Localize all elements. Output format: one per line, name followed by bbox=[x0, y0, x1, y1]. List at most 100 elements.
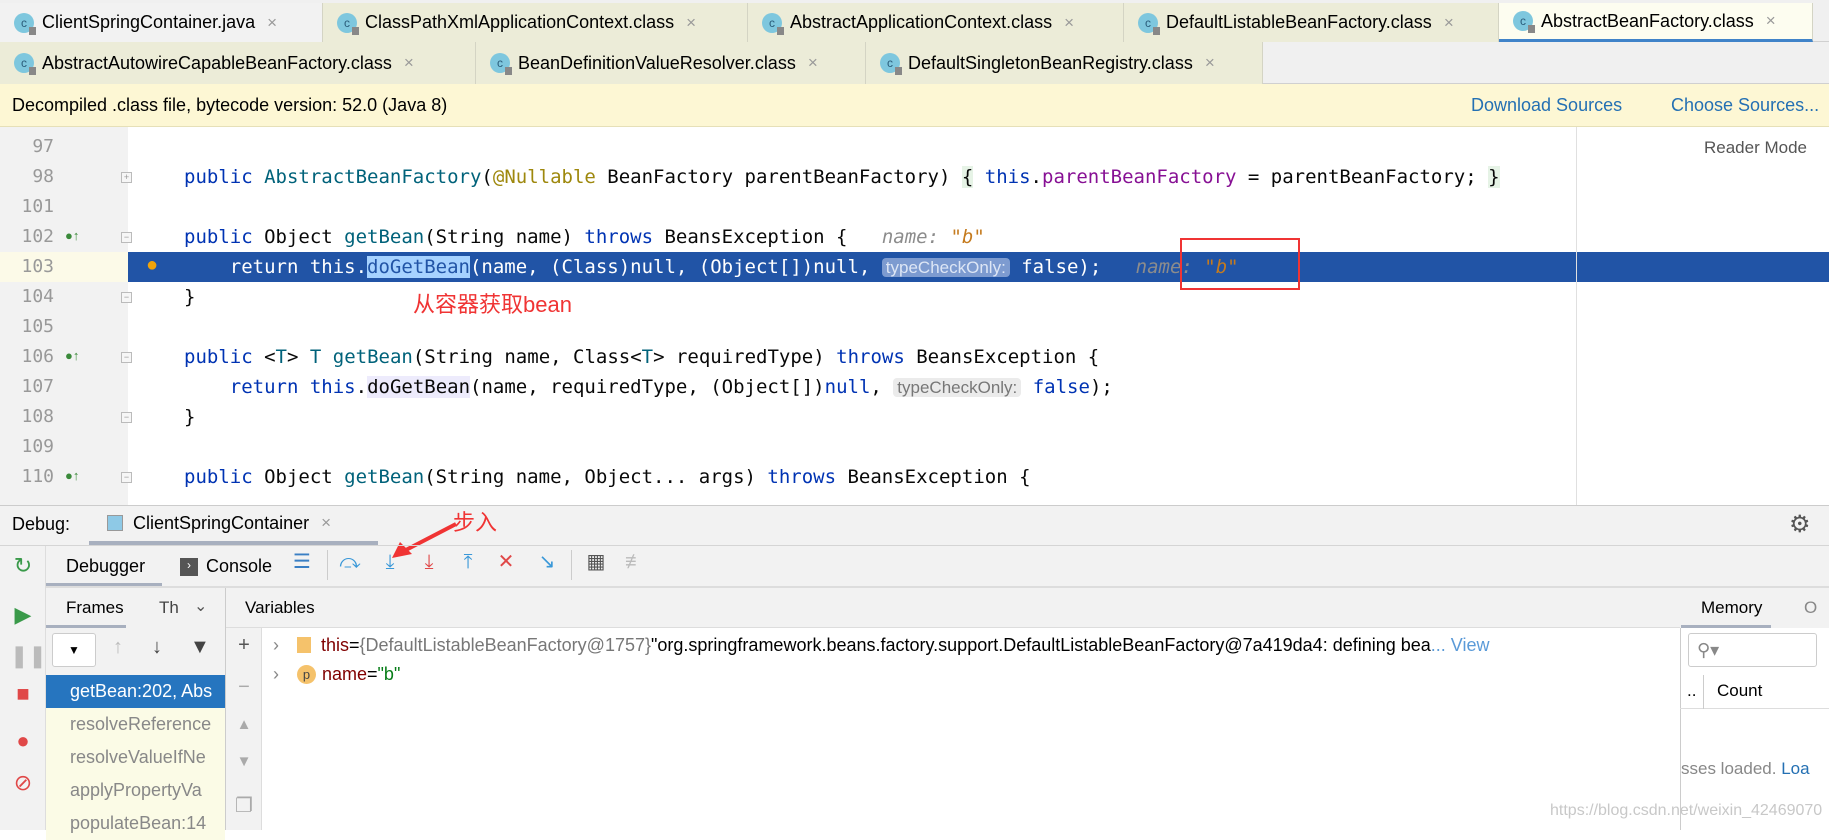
close-icon[interactable]: × bbox=[686, 13, 696, 33]
lightbulb-icon[interactable]: ● bbox=[146, 254, 158, 277]
code-line[interactable]: public <T> T getBean(String name, Class<… bbox=[184, 342, 1099, 372]
thread-selector-dropdown[interactable]: ▼ bbox=[52, 633, 96, 667]
mute-breakpoints-icon[interactable]: ⊘ bbox=[10, 770, 36, 796]
class-column-header[interactable]: .. bbox=[1687, 681, 1696, 701]
tab-abstract-bean-factory[interactable]: c AbstractBeanFactory.class × bbox=[1499, 3, 1813, 42]
implements-method-icon[interactable]: ●↑ bbox=[65, 468, 79, 483]
frames-tab[interactable]: Frames bbox=[46, 588, 126, 628]
code-token: false bbox=[1032, 376, 1090, 398]
close-icon[interactable]: × bbox=[1064, 13, 1074, 33]
copy-icon[interactable]: ❐ bbox=[232, 793, 256, 818]
tab-default-singleton-bean-registry[interactable]: c DefaultSingletonBeanRegistry.class × bbox=[866, 42, 1263, 84]
code-line[interactable]: public AbstractBeanFactory(@Nullable Bea… bbox=[184, 162, 1500, 192]
fold-marker-icon[interactable]: + bbox=[121, 172, 132, 183]
tab-default-listable-bean-factory[interactable]: c DefaultListableBeanFactory.class × bbox=[1124, 3, 1499, 42]
tab-classpath-xml-app-context[interactable]: c ClassPathXmlApplicationContext.class × bbox=[323, 3, 748, 42]
code-token: , bbox=[870, 376, 894, 398]
tab-bean-definition-value-resolver[interactable]: c BeanDefinitionValueResolver.class × bbox=[476, 42, 866, 84]
overhead-tab[interactable]: O bbox=[1804, 598, 1817, 618]
force-step-into-icon[interactable]: ⤓ bbox=[415, 548, 443, 578]
code-token: public bbox=[184, 226, 265, 248]
rerun-icon[interactable]: ↻ bbox=[10, 553, 36, 579]
choose-sources-link[interactable]: Choose Sources... bbox=[1671, 95, 1819, 116]
chevron-down-icon[interactable]: ⌄ bbox=[194, 596, 207, 616]
debug-session-tab[interactable]: ClientSpringContainer × bbox=[89, 505, 378, 545]
implements-method-icon[interactable]: ●↑ bbox=[65, 228, 79, 243]
memory-tab[interactable]: Memory bbox=[1681, 588, 1771, 628]
move-down-icon[interactable]: ▼ bbox=[232, 753, 256, 770]
fold-marker-icon[interactable]: − bbox=[121, 232, 132, 243]
code-line[interactable]: return this.doGetBean(name, (Class)null,… bbox=[184, 252, 1239, 282]
line-number: 102 bbox=[21, 226, 54, 247]
fold-marker-icon[interactable]: − bbox=[121, 472, 132, 483]
debugger-tab[interactable]: Debugger bbox=[46, 546, 162, 586]
drop-frame-icon[interactable]: ✕ bbox=[492, 548, 520, 578]
code-token: parentBeanFactory bbox=[1042, 166, 1237, 188]
code-line[interactable]: public Object getBean(String name) throw… bbox=[184, 222, 985, 252]
add-watch-icon[interactable]: + bbox=[232, 634, 256, 657]
remove-watch-icon[interactable]: − bbox=[232, 676, 256, 699]
step-out-icon[interactable]: ⤒ bbox=[454, 548, 482, 578]
frame-item[interactable]: getBean:202, Abs bbox=[46, 675, 225, 708]
filter-icon[interactable]: ▼ bbox=[190, 636, 210, 659]
implements-method-icon[interactable]: ●↑ bbox=[65, 348, 79, 363]
frame-item[interactable]: resolveReference bbox=[46, 708, 225, 741]
download-sources-link[interactable]: Download Sources bbox=[1471, 95, 1622, 116]
close-icon[interactable]: × bbox=[1444, 13, 1454, 33]
variable-row-this[interactable]: › this = {DefaultListableBeanFactory@175… bbox=[273, 631, 1490, 659]
view-link[interactable]: ... View bbox=[1431, 635, 1490, 656]
step-into-icon[interactable]: ⤓ bbox=[376, 548, 404, 578]
close-icon[interactable]: × bbox=[267, 13, 277, 33]
load-classes-link[interactable]: Loa bbox=[1781, 759, 1809, 778]
line-number: 103 bbox=[21, 256, 54, 277]
frame-item[interactable]: populateBean:14 bbox=[46, 807, 225, 840]
line-number: 110 bbox=[21, 466, 54, 487]
resume-icon[interactable]: ▶ bbox=[10, 602, 36, 628]
next-frame-icon[interactable]: ↓ bbox=[152, 636, 162, 659]
evaluate-expression-icon[interactable]: ▦ bbox=[582, 548, 610, 578]
settings-gear-icon[interactable]: ⚙ bbox=[1789, 510, 1811, 539]
close-icon[interactable]: × bbox=[404, 53, 414, 73]
layout-icon[interactable]: ☰ bbox=[288, 548, 316, 578]
count-column-header[interactable]: Count bbox=[1717, 681, 1762, 701]
code-line[interactable]: } bbox=[184, 402, 195, 432]
frame-item[interactable]: resolveValueIfNe bbox=[46, 741, 225, 774]
tab-abstract-autowire-capable[interactable]: c AbstractAutowireCapableBeanFactory.clas… bbox=[0, 42, 476, 84]
console-tab[interactable]: › Console bbox=[180, 556, 272, 577]
class-file-icon: c bbox=[337, 12, 359, 35]
close-icon[interactable]: × bbox=[321, 513, 331, 533]
trace-icon[interactable]: ≢ bbox=[621, 548, 649, 578]
code-token: { bbox=[961, 166, 974, 188]
parameter-icon: p bbox=[297, 664, 316, 684]
pause-icon[interactable]: ❚❚ bbox=[10, 643, 47, 669]
fold-marker-icon[interactable]: − bbox=[121, 292, 132, 303]
tab-abstract-app-context[interactable]: c AbstractApplicationContext.class × bbox=[748, 3, 1124, 42]
threads-tab[interactable]: Th bbox=[159, 598, 179, 618]
previous-frame-icon[interactable]: ↑ bbox=[113, 636, 123, 659]
code-line[interactable]: public Object getBean(String name, Objec… bbox=[184, 462, 1031, 492]
code-line[interactable]: return this.doGetBean(name, requiredType… bbox=[184, 372, 1113, 402]
code-token: public bbox=[184, 346, 265, 368]
chevron-right-icon[interactable]: › bbox=[273, 664, 297, 685]
run-to-cursor-icon[interactable]: ↘ bbox=[533, 548, 561, 578]
close-icon[interactable]: × bbox=[808, 53, 818, 73]
variable-row-name[interactable]: › p name = "b" bbox=[273, 660, 400, 688]
step-over-icon[interactable]: ⤼ bbox=[336, 548, 364, 578]
fold-marker-icon[interactable]: − bbox=[121, 352, 132, 363]
chevron-right-icon[interactable]: › bbox=[273, 635, 297, 656]
tab-client-spring-container[interactable]: c ClientSpringContainer.java × bbox=[0, 3, 323, 42]
code-line[interactable]: } bbox=[184, 282, 195, 312]
close-icon[interactable]: × bbox=[1766, 11, 1776, 31]
stop-icon[interactable]: ■ bbox=[10, 681, 36, 707]
code-token: return this bbox=[229, 376, 356, 398]
close-icon[interactable]: × bbox=[1205, 53, 1215, 73]
code-token: BeansException { bbox=[847, 466, 1031, 488]
view-breakpoints-icon[interactable]: ● bbox=[10, 728, 36, 754]
frame-item[interactable]: applyPropertyVa bbox=[46, 774, 225, 807]
move-up-icon[interactable]: ▲ bbox=[232, 716, 256, 733]
code-token: getBean bbox=[344, 226, 425, 248]
divider bbox=[46, 586, 1829, 588]
memory-search-input[interactable]: ⚲▾ bbox=[1688, 633, 1817, 667]
reader-mode-toggle[interactable]: Reader Mode bbox=[1704, 138, 1807, 158]
fold-marker-icon[interactable]: − bbox=[121, 412, 132, 423]
